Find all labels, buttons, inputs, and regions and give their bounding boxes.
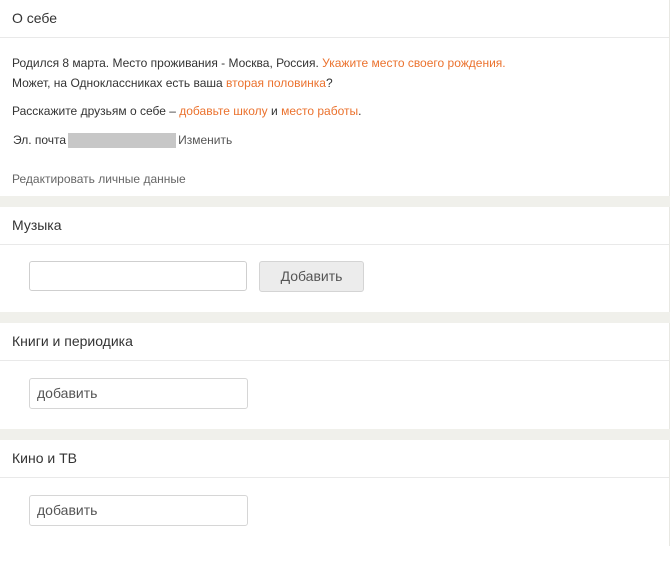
- tell-friends-text: Расскажите друзьям о себе –: [12, 104, 180, 118]
- books-add-field[interactable]: добавить: [29, 378, 248, 409]
- birthplace-link[interactable]: Укажите место своего рождения.: [322, 56, 505, 70]
- books-add-row: добавить: [0, 361, 669, 429]
- email-hidden-value: [68, 132, 177, 148]
- email-label: Эл. почта: [13, 133, 67, 147]
- movies-section: Кино и ТВ добавить: [0, 440, 670, 546]
- add-work-link[interactable]: место работы: [281, 104, 358, 118]
- section-divider: [0, 312, 670, 323]
- movies-add-row: добавить: [0, 478, 669, 546]
- birth-info-text: Родился 8 марта. Место проживания - Моск…: [12, 56, 323, 70]
- about-tell-line: Расскажите друзьям о себе – добавьте шко…: [12, 104, 657, 118]
- music-add-button[interactable]: Добавить: [259, 261, 364, 292]
- movies-add-field[interactable]: добавить: [29, 495, 248, 526]
- about-title: О себе: [0, 0, 669, 38]
- books-title: Книги и периодика: [0, 323, 669, 361]
- about-birth-line: Родился 8 марта. Место проживания - Моск…: [12, 56, 657, 70]
- music-input[interactable]: [29, 261, 247, 291]
- books-section: Книги и периодика добавить: [0, 323, 670, 429]
- music-title: Музыка: [0, 207, 669, 245]
- about-partner-line: Может, на Одноклассниках есть ваша втора…: [12, 76, 657, 90]
- tell-and-text: и: [267, 104, 282, 118]
- email-row: Эл. почта Изменить: [12, 132, 657, 148]
- section-divider: [0, 429, 670, 440]
- email-change-link[interactable]: Изменить: [178, 132, 232, 148]
- music-section: Музыка Добавить: [0, 207, 670, 312]
- music-add-row: Добавить: [0, 245, 669, 312]
- partner-suffix: ?: [325, 76, 333, 90]
- movies-title: Кино и ТВ: [0, 440, 669, 478]
- about-section: О себе Родился 8 марта. Место проживания…: [0, 0, 670, 196]
- partner-text: Может, на Одноклассниках есть ваша: [12, 76, 227, 90]
- tell-suffix: .: [358, 104, 362, 118]
- partner-link[interactable]: вторая половинка: [226, 76, 326, 90]
- add-school-link[interactable]: добавьте школу: [179, 104, 267, 118]
- edit-personal-data-link[interactable]: Редактировать личные данные: [12, 172, 657, 186]
- about-body: Родился 8 марта. Место проживания - Моск…: [0, 38, 669, 196]
- section-divider: [0, 196, 670, 207]
